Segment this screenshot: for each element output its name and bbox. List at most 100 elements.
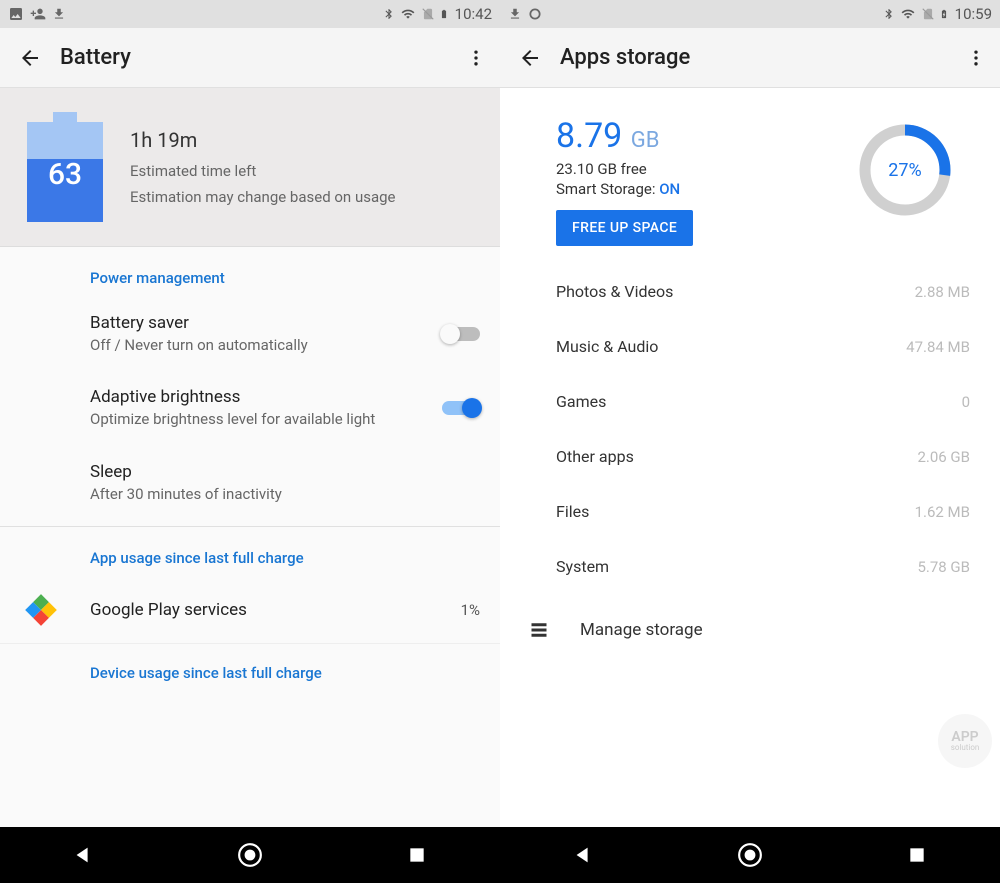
section-device-usage: Device usage since last full charge — [0, 644, 500, 692]
category-name: System — [556, 557, 917, 576]
battery-level-icon: 63 — [27, 112, 103, 222]
battery-saver-row[interactable]: Battery saver Off / Never turn on automa… — [0, 297, 500, 371]
storage-category-row[interactable]: System5.78 GB — [500, 539, 1000, 594]
smart-storage-status: Smart Storage: ON — [556, 180, 840, 198]
more-vert-icon — [966, 48, 986, 68]
storage-used: 8.79 GB — [556, 116, 840, 156]
sleep-row[interactable]: Sleep After 30 minutes of inactivity — [0, 446, 500, 520]
storage-category-row[interactable]: Games0 — [500, 374, 1000, 429]
nav-bar — [0, 827, 500, 883]
storage-free: 23.10 GB free — [556, 160, 840, 178]
no-sim-icon — [921, 6, 935, 22]
nav-recent-button[interactable] — [387, 835, 447, 875]
wifi-icon — [399, 7, 417, 21]
overflow-menu-button[interactable] — [956, 48, 986, 68]
adaptive-brightness-toggle[interactable] — [442, 401, 480, 415]
free-up-space-button[interactable]: FREE UP SPACE — [556, 210, 693, 246]
svg-text:27%: 27% — [888, 160, 921, 181]
category-name: Photos & Videos — [556, 282, 915, 301]
status-bar: 10:59 — [500, 0, 1000, 28]
svg-text:63: 63 — [48, 157, 82, 192]
storage-category-row[interactable]: Music & Audio47.84 MB — [500, 319, 1000, 374]
status-time: 10:42 — [455, 5, 492, 23]
storage-category-row[interactable]: Photos & Videos2.88 MB — [500, 264, 1000, 319]
storage-percent-ring: 27% — [840, 120, 970, 220]
content-area: 8.79 GB 23.10 GB free Smart Storage: ON … — [500, 88, 1000, 827]
category-value: 2.06 GB — [917, 448, 970, 466]
app-bar: Apps storage — [500, 28, 1000, 88]
battery-charging-icon — [939, 6, 949, 22]
storage-category-row[interactable]: Files1.62 MB — [500, 484, 1000, 539]
bluetooth-icon — [383, 6, 395, 22]
battery-saver-toggle[interactable] — [442, 327, 480, 341]
triangle-back-icon — [72, 844, 94, 866]
battery-screen: 10:42 Battery 63 1h 19m Estimated time l — [0, 0, 500, 883]
page-title: Apps storage — [560, 45, 956, 70]
nav-back-button[interactable] — [553, 835, 613, 875]
status-bar: 10:42 — [0, 0, 500, 28]
back-button[interactable] — [518, 46, 560, 70]
arrow-back-icon — [518, 46, 542, 70]
category-value: 0 — [962, 393, 970, 411]
adaptive-brightness-row[interactable]: Adaptive brightness Optimize brightness … — [0, 371, 500, 445]
manage-storage-label: Manage storage — [580, 620, 703, 640]
sleep-title: Sleep — [90, 462, 480, 482]
circle-icon — [528, 7, 542, 21]
app-usage-play-services[interactable]: Google Play services 1% — [0, 577, 500, 644]
section-app-usage: App usage since last full charge — [0, 527, 500, 577]
app-usage-value: 1% — [461, 601, 480, 619]
battery-note: Estimation may change based on usage — [130, 188, 480, 206]
triangle-back-icon — [572, 844, 594, 866]
nav-bar — [500, 827, 1000, 883]
photo-icon — [8, 6, 24, 22]
app-name: Google Play services — [90, 600, 439, 620]
manage-storage-row[interactable]: Manage storage — [500, 594, 1000, 666]
ring-chart-icon: 27% — [855, 120, 955, 220]
battery-saver-title: Battery saver — [90, 313, 430, 333]
square-recent-icon — [907, 845, 927, 865]
category-value: 1.62 MB — [915, 503, 970, 521]
content-area: 63 1h 19m Estimated time left Estimation… — [0, 88, 500, 827]
download-icon — [508, 7, 522, 21]
play-services-icon — [22, 591, 60, 629]
category-name: Files — [556, 502, 915, 521]
add-user-icon — [30, 6, 46, 22]
no-sim-icon — [421, 6, 435, 22]
adaptive-brightness-title: Adaptive brightness — [90, 387, 430, 407]
battery-icon — [439, 6, 449, 22]
back-button[interactable] — [18, 46, 60, 70]
circle-home-icon — [237, 842, 263, 868]
more-vert-icon — [466, 48, 486, 68]
nav-home-button[interactable] — [720, 835, 780, 875]
storage-screen: 10:59 Apps storage 8.79 GB 23.10 GB free… — [500, 0, 1000, 883]
status-time: 10:59 — [955, 5, 992, 23]
sleep-sub: After 30 minutes of inactivity — [90, 484, 480, 504]
wifi-icon — [899, 7, 917, 21]
section-power-management: Power management — [0, 247, 500, 297]
download-icon — [52, 7, 66, 21]
circle-home-icon — [737, 842, 763, 868]
nav-recent-button[interactable] — [887, 835, 947, 875]
bluetooth-icon — [883, 6, 895, 22]
battery-summary-card[interactable]: 63 1h 19m Estimated time left Estimation… — [0, 88, 500, 247]
adaptive-brightness-sub: Optimize brightness level for available … — [90, 409, 430, 429]
app-bar: Battery — [0, 28, 500, 88]
category-value: 5.78 GB — [917, 558, 970, 576]
page-title: Battery — [60, 45, 456, 70]
category-name: Games — [556, 392, 962, 411]
battery-estimate-label: Estimated time left — [130, 162, 480, 180]
watermark: APP solution — [938, 714, 992, 768]
overflow-menu-button[interactable] — [456, 48, 486, 68]
square-recent-icon — [407, 845, 427, 865]
nav-back-button[interactable] — [53, 835, 113, 875]
battery-saver-sub: Off / Never turn on automatically — [90, 335, 430, 355]
category-value: 2.88 MB — [915, 283, 970, 301]
battery-time-left: 1h 19m — [130, 128, 480, 152]
category-name: Music & Audio — [556, 337, 906, 356]
category-name: Other apps — [556, 447, 917, 466]
nav-home-button[interactable] — [220, 835, 280, 875]
storage-category-row[interactable]: Other apps2.06 GB — [500, 429, 1000, 484]
storage-summary: 8.79 GB 23.10 GB free Smart Storage: ON … — [500, 88, 1000, 264]
storage-icon — [528, 621, 550, 639]
category-value: 47.84 MB — [906, 338, 970, 356]
